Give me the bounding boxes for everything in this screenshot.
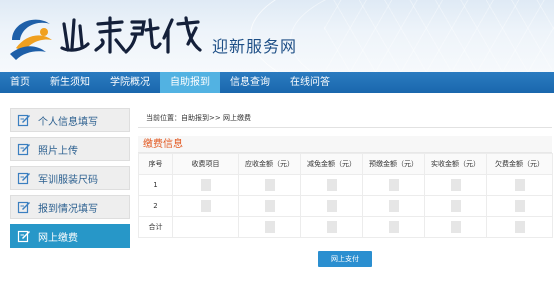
sidebar-item-label: 照片上传 [38,145,78,157]
redaction-block [450,221,461,233]
column-header: 应收金额（元） [238,153,301,175]
redaction-block [264,221,275,233]
redacted-cell [424,216,487,238]
redacted-cell [424,195,487,217]
sidebar-item-label: 报到情况填写 [38,203,98,215]
redaction-block [450,179,461,191]
redacted-cell [172,216,239,238]
redaction-block [326,179,337,191]
nav-info-query[interactable]: 信息查询 [220,72,280,93]
row-index: 合计 [138,216,173,238]
nav-online-qa[interactable]: 在线问答 [280,72,340,93]
redacted-cell [300,174,363,196]
school-logo[interactable] [6,10,58,62]
calligraphy-art [60,16,202,54]
fee-table: 序号 收费项目 应收金额（元） 减免金额（元） 预缴金额（元） 实收金额（元） … [138,153,553,238]
column-header: 序号 [138,153,173,175]
redaction-block [388,179,399,191]
sidebar: 个人信息填写 照片上传 军训服装尺码 报到情况填写 网上缴费 [10,108,130,253]
column-header: 减免金额（元） [300,153,363,175]
redacted-cell [486,174,553,196]
table-row-total: 合计 [138,216,553,238]
brand-calligraphy [60,14,205,56]
main-content: 当前位置：自助报到>> 网上缴费 缴费信息 序号 收费项目 应收金额（元） 减免… [138,108,553,278]
redaction-block [514,179,525,191]
redaction-block [514,221,525,233]
row-index: 2 [138,195,173,217]
sidebar-item-personal-info[interactable]: 个人信息填写 [10,108,130,132]
site-header: 迎新服务网 [0,0,554,72]
sidebar-item-uniform-size[interactable]: 军训服装尺码 [10,166,130,190]
table-header-row: 序号 收费项目 应收金额（元） 减免金额（元） 预缴金额（元） 实收金额（元） … [138,153,553,175]
payment-actions: 网上支付 [138,246,552,267]
redaction-block [200,179,211,191]
nav-self-registration[interactable]: 自助报到 [160,72,220,93]
redaction-block [264,200,275,212]
redacted-cell [238,216,301,238]
nav-freshman-notice[interactable]: 新生须知 [40,72,100,93]
sidebar-item-photo-upload[interactable]: 照片上传 [10,137,130,161]
redacted-cell [238,174,301,196]
online-pay-button[interactable]: 网上支付 [318,251,372,267]
edit-icon [17,114,30,127]
redaction-block [388,200,399,212]
column-header: 欠费金额（元） [486,153,553,175]
column-header: 收费项目 [172,153,239,175]
column-header: 预缴金额（元） [362,153,425,175]
site-subtitle: 迎新服务网 [212,37,298,56]
redaction-block [514,200,525,212]
breadcrumb: 当前位置：自助报到>> 网上缴费 [138,108,552,128]
redaction-block [450,200,461,212]
sidebar-item-label: 网上缴费 [38,232,78,244]
redacted-cell [362,174,425,196]
redacted-cell [362,195,425,217]
redaction-block [264,179,275,191]
redacted-cell [238,195,301,217]
redacted-cell [172,174,239,196]
sidebar-item-label: 军训服装尺码 [38,174,98,186]
edit-icon [17,143,30,156]
main-nav: 首页 新生须知 学院概况 自助报到 信息查询 在线问答 [0,72,554,93]
banner-pattern [324,0,554,72]
column-header: 实收金额（元） [424,153,487,175]
redaction-block [200,200,211,212]
redacted-cell [424,174,487,196]
redacted-cell [172,195,239,217]
redacted-cell [300,216,363,238]
sidebar-item-online-payment[interactable]: 网上缴费 [10,224,130,248]
edit-icon [17,201,30,214]
redaction-block [388,221,399,233]
redacted-cell [300,195,363,217]
nav-home[interactable]: 首页 [0,72,40,93]
section-title: 缴费信息 [138,136,552,153]
sidebar-item-report-status[interactable]: 报到情况填写 [10,195,130,219]
sidebar-item-label: 个人信息填写 [38,116,98,128]
row-index: 1 [138,174,173,196]
redacted-cell [486,195,553,217]
table-row: 2 [138,195,553,217]
redaction-block [326,200,337,212]
redacted-cell [486,216,553,238]
edit-icon [17,172,30,185]
edit-icon [17,230,30,243]
redacted-cell [362,216,425,238]
nav-college-overview[interactable]: 学院概况 [100,72,160,93]
redaction-block [326,221,337,233]
table-row: 1 [138,174,553,196]
